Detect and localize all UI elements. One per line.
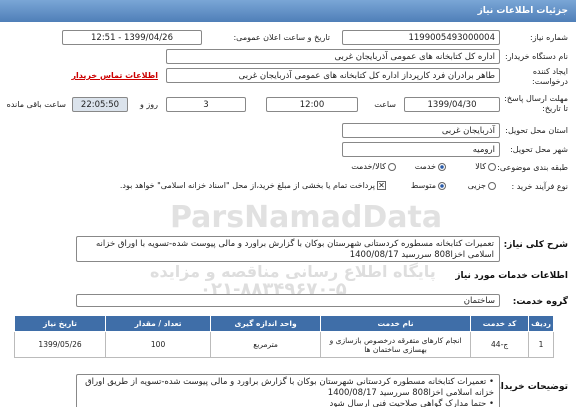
col-header-need-date: تاریخ نیاز [13, 315, 107, 332]
radio-icon [388, 162, 396, 171]
services-section-title: اطلاعات خدمات مورد نیاز [455, 271, 568, 281]
announce-field: 1399/04/26 - 12:51 [62, 30, 202, 45]
process-option-minor[interactable]: جزیی [468, 181, 496, 190]
radio-icon [488, 162, 496, 171]
treasury-payment-checkbox[interactable]: ✕پرداخت تمام یا بخشی از مبلغ خرید،از محل… [120, 181, 386, 190]
deadline-label-1: مهلت ارسال پاسخ: [504, 94, 568, 103]
page-header: جزئیات اطلاعات نیاز [0, 0, 576, 22]
summary-label: شرح کلی نیاز: [503, 240, 568, 250]
province-label: استان محل تحویل: [505, 126, 568, 135]
buyer-label: نام دستگاه خریدار: [505, 52, 568, 61]
creator-label-1: ایجاد کننده [532, 67, 568, 76]
process-option-medium[interactable]: متوسط [411, 181, 446, 190]
watermark-line1: پایگاه اطلاع رسانی مناقصه و مزایده [150, 262, 436, 281]
col-header-unit: واحد اندازه گیری [210, 315, 322, 332]
creator-field: طاهر برادران فرد کارپرداز اداره کل کتابخ… [166, 68, 500, 83]
cell-service-code: ج-44 [470, 331, 530, 358]
summary-text: تعمیرات کتابخانه مسطوره کردستانی شهرستان… [76, 236, 500, 262]
buyer-notes-box: تعمیرات کتابخانه مسطوره کردستانی شهرستان… [76, 374, 500, 407]
process-label: نوع فرآیند خرید : [511, 182, 568, 191]
col-header-service-code: کد خدمت [470, 315, 530, 332]
watermark-brand: ParsNamadData [170, 200, 443, 235]
deadline-date-field: 1399/04/30 [404, 97, 500, 112]
cell-unit: مترمربع [210, 331, 322, 358]
days-label: روز و [140, 100, 158, 109]
announce-label: تاریخ و ساعت اعلان عمومی: [233, 33, 330, 42]
category-option-both[interactable]: کالا/خدمت [351, 162, 396, 171]
buyer-note-line-2: حتما مدارک گواهی صلاحیت فنی ارسال شود [82, 399, 494, 407]
cell-service-name: انجام کارهای متفرقه درخصوص بازسازی و بهس… [320, 331, 472, 358]
service-group-field: ساختمان [76, 294, 500, 307]
days-remaining-field: 3 [166, 97, 246, 112]
province-field: آذربایجان غربی [342, 123, 500, 138]
city-field: ارومیه [342, 142, 500, 157]
service-group-label: گروه خدمت: [512, 297, 568, 307]
category-label: طبقه بندی موضوعی: [497, 163, 568, 172]
remaining-label: ساعت باقی مانده [6, 100, 66, 109]
category-option-service[interactable]: خدمت [415, 162, 446, 171]
table-row: 1 ج-44 انجام کارهای متفرقه درخصوص بازساز… [13, 331, 554, 358]
buyer-note-line-1: تعمیرات کتابخانه مسطوره کردستانی شهرستان… [82, 377, 494, 399]
radio-icon [488, 181, 496, 190]
cell-row-number: 1 [528, 331, 554, 358]
col-header-row-number: ردیف [528, 315, 554, 332]
deadline-time-label: ساعت [374, 100, 396, 109]
table-header-row: ردیف کد خدمت نام خدمت واحد اندازه گیری ت… [13, 315, 554, 332]
creator-label-2: درخواست: [532, 77, 568, 86]
checkbox-checked-icon: ✕ [377, 181, 386, 190]
col-header-service-name: نام خدمت [320, 315, 472, 332]
remaining-time-field: 22:05:50 [72, 97, 128, 112]
cell-need-date: 1399/05/26 [13, 331, 107, 358]
services-table: ردیف کد خدمت نام خدمت واحد اندازه گیری ت… [13, 315, 554, 358]
radio-selected-icon [438, 162, 446, 171]
cell-quantity: 100 [105, 331, 212, 358]
col-header-quantity: تعداد / مقدار [105, 315, 212, 332]
buyer-contact-link[interactable]: اطلاعات تماس خریدار [71, 71, 158, 80]
buyer-notes-label: توضیحات خریدار: [492, 382, 568, 392]
city-label: شهر محل تحویل: [510, 145, 568, 154]
deadline-label-2: تا تاریخ: [542, 104, 568, 113]
buyer-field: اداره کل کتابخانه های عمومی آذربایجان غر… [166, 49, 500, 64]
need-number-label: شماره نیاز: [530, 33, 568, 42]
radio-selected-icon [438, 181, 446, 190]
deadline-time-field: 12:00 [266, 97, 358, 112]
category-option-goods[interactable]: کالا [475, 162, 496, 171]
need-number-field: 1199005493000004 [342, 30, 500, 45]
